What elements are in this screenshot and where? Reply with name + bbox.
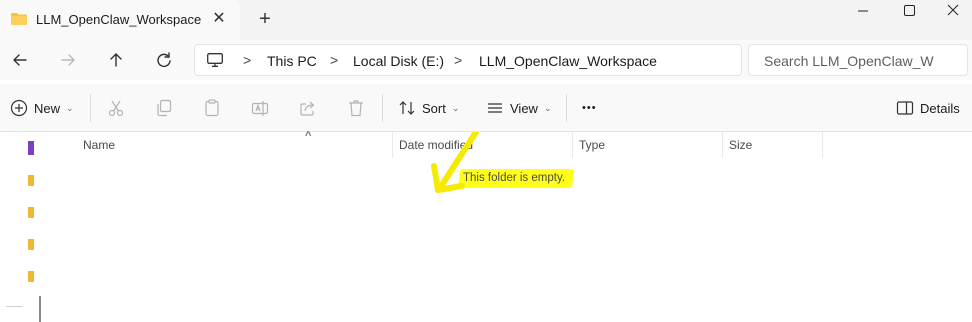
chevron-down-icon: ⌄	[66, 102, 74, 113]
plus-circle-icon	[10, 99, 28, 117]
more-icon: •••	[582, 102, 597, 114]
refresh-button[interactable]	[152, 48, 176, 72]
search-box[interactable]: Search LLM_OpenClaw_W	[748, 44, 968, 76]
folder-icon	[11, 13, 27, 25]
more-options-button[interactable]: •••	[582, 96, 597, 120]
up-button[interactable]	[104, 48, 128, 72]
details-pane-icon	[896, 101, 914, 115]
divider	[566, 94, 567, 122]
navigation-bar: > This PC > Local Disk (E:) > LLM_OpenCl…	[0, 40, 972, 80]
sort-button[interactable]: Sort ⌄	[398, 96, 459, 120]
view-icon	[488, 103, 502, 113]
paste-button[interactable]	[202, 96, 222, 120]
new-tab-button[interactable]: +	[256, 9, 274, 29]
minimize-button[interactable]	[840, 0, 886, 22]
up-arrow-icon	[110, 53, 122, 67]
forward-arrow-icon	[61, 54, 75, 66]
cut-button[interactable]	[106, 96, 126, 120]
refresh-icon	[157, 52, 171, 67]
divider	[382, 94, 383, 122]
share-button[interactable]	[298, 96, 318, 120]
view-label: View	[510, 100, 538, 116]
breadcrumb-separator: >	[330, 52, 339, 68]
share-icon	[300, 101, 315, 116]
address-bar[interactable]: > This PC > Local Disk (E:) > LLM_OpenCl…	[194, 44, 742, 76]
command-bar: New ⌄ Sort ⌄ View ⌄ ••• Details	[0, 84, 972, 132]
title-bar: LLM_OpenClaw_Workspace ✕ +	[0, 0, 972, 40]
paste-icon	[205, 99, 219, 117]
forward-button[interactable]	[56, 48, 80, 72]
view-button[interactable]: View ⌄	[486, 96, 552, 120]
search-input[interactable]: Search LLM_OpenClaw_W	[764, 53, 934, 69]
sort-label: Sort	[422, 100, 446, 116]
tab-title: LLM_OpenClaw_Workspace	[36, 12, 202, 27]
tab-active[interactable]: LLM_OpenClaw_Workspace ✕	[0, 0, 240, 40]
chevron-down-icon: ⌄	[451, 102, 460, 113]
close-window-button[interactable]	[930, 0, 972, 22]
breadcrumb-this-pc[interactable]: This PC	[267, 53, 317, 69]
maximize-icon	[904, 5, 915, 16]
breadcrumb-local-disk[interactable]: Local Disk (E:)	[353, 53, 444, 69]
breadcrumb-separator: >	[243, 52, 252, 68]
content-area: Name ^ Date modified Type Size This fold…	[0, 130, 972, 322]
rename-icon	[251, 101, 269, 116]
close-icon	[947, 4, 959, 16]
cut-icon	[108, 100, 124, 117]
copy-icon	[157, 99, 172, 117]
minimize-icon	[858, 10, 868, 12]
details-button[interactable]: Details	[896, 96, 960, 120]
annotation-arrow-icon	[431, 132, 479, 193]
rename-button[interactable]	[250, 96, 270, 120]
back-button[interactable]	[8, 48, 32, 72]
delete-button[interactable]	[346, 96, 366, 120]
breadcrumb-current-folder[interactable]: LLM_OpenClaw_Workspace	[479, 53, 657, 69]
new-label: New	[34, 100, 61, 116]
breadcrumb-separator: >	[454, 52, 463, 68]
delete-icon	[349, 100, 363, 117]
tab-close-icon[interactable]: ✕	[210, 10, 228, 28]
divider	[90, 94, 91, 122]
computer-icon	[207, 53, 223, 67]
back-arrow-icon	[13, 54, 27, 66]
details-label: Details	[920, 100, 960, 116]
maximize-button[interactable]	[886, 0, 932, 22]
new-button[interactable]: New ⌄	[10, 96, 74, 120]
copy-button[interactable]	[154, 96, 174, 120]
sort-icon	[399, 101, 415, 115]
chevron-down-icon: ⌄	[543, 102, 552, 113]
